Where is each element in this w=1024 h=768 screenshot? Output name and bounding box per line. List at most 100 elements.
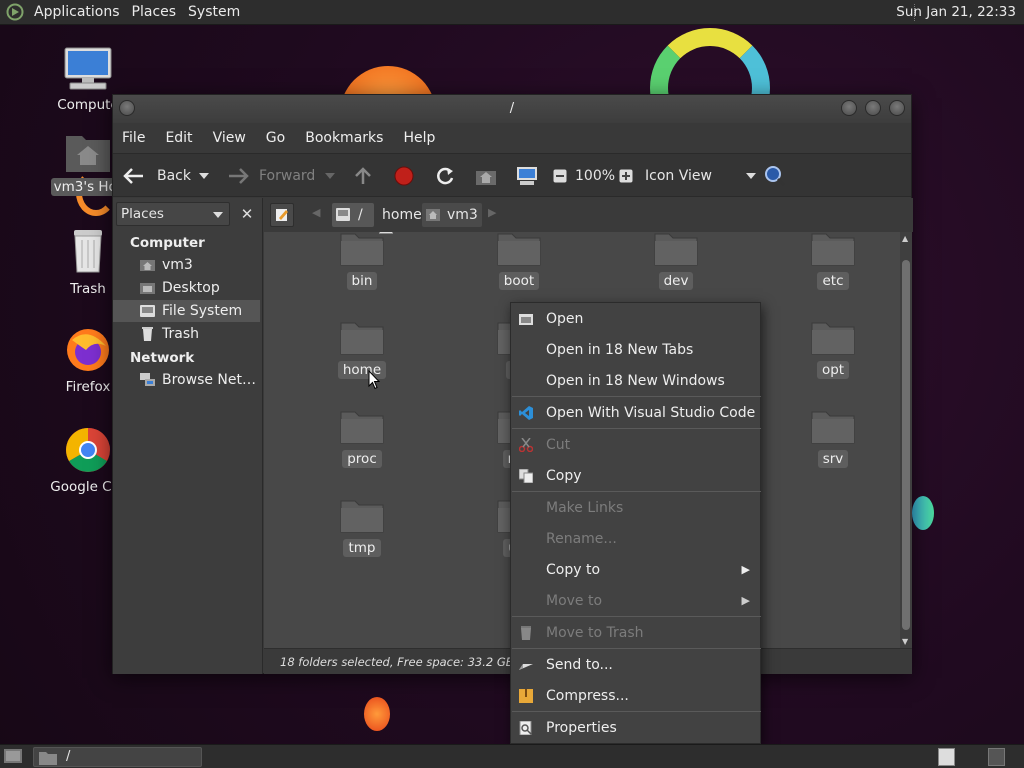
folder-item[interactable]: ↘ bin [322,232,402,290]
folder-item[interactable]: opt [793,319,873,379]
menubar: File Edit View Go Bookmarks Help [113,123,911,153]
workspace-2[interactable] [988,748,1005,766]
path-segment-home[interactable]: home [376,203,428,227]
path-scroll-left[interactable]: ◀ [312,206,320,219]
path-segment-vm3[interactable]: vm3 [422,203,482,227]
sidebar-item-trash[interactable]: Trash [113,323,260,345]
zoom-in-button[interactable] [619,154,633,198]
menu-file[interactable]: File [122,130,145,146]
folder-label: proc [342,450,382,468]
minimize-button[interactable] [841,100,857,116]
menu-item-make-links[interactable]: Make Links [511,493,760,523]
menu-go[interactable]: Go [266,130,285,146]
menu-item-move-to[interactable]: Move to ▶ [511,586,760,616]
menu-item-copy[interactable]: Copy [511,461,760,491]
back-button[interactable]: Back [123,154,191,198]
workspace-1[interactable] [938,748,955,766]
sidebar: Places ✕ Computer vm3 Desktop File Syste… [113,198,263,674]
folder-item[interactable]: srv [793,408,873,468]
menu-view[interactable]: View [213,130,246,146]
stop-button[interactable] [394,154,414,198]
window-menu-button[interactable] [119,100,135,116]
sidebar-item-vm3[interactable]: vm3 [113,254,260,276]
menu-item-open-new-tabs[interactable]: Open in 18 New Tabs [511,335,760,365]
close-sidebar-button[interactable]: ✕ [237,204,257,224]
applications-menu[interactable]: Applications [34,4,120,20]
menu-item-send-to[interactable]: Send to... [511,650,760,680]
sidebar-item-desktop[interactable]: Desktop [113,277,260,299]
sidebar-item-label: File System [162,303,243,319]
menu-item-open-with-vscode[interactable]: Open With Visual Studio Code [511,398,760,428]
zoom-out-button[interactable] [553,154,567,198]
folder-icon [340,233,384,266]
toggle-location-entry-button[interactable] [270,203,294,227]
forward-button[interactable]: Forward [227,154,315,198]
folder-icon [654,233,698,266]
sidebar-item-browse-network[interactable]: Browse Net… [113,369,260,391]
menu-item-cut[interactable]: Cut [511,430,760,460]
menu-separator [512,428,761,429]
folder-item[interactable]: proc [322,408,402,468]
path-segment-root[interactable]: / [332,203,374,227]
menu-edit[interactable]: Edit [165,130,192,146]
back-history-dropdown[interactable] [199,154,209,198]
system-menu[interactable]: System [188,4,240,20]
maximize-button[interactable] [865,100,881,116]
menu-item-compress[interactable]: Compress... [511,681,760,711]
vertical-scrollbar[interactable]: ▲ ▼ [900,232,912,648]
taskbar-item-file-manager[interactable]: / [33,747,202,767]
stop-icon [394,166,414,186]
context-menu: Open Open in 18 New Tabs Open in 18 New … [510,302,761,744]
open-folder-icon [519,314,533,325]
scrollbar-thumb[interactable] [902,260,910,630]
menu-item-open[interactable]: Open [511,304,760,334]
scroll-up-arrow-icon[interactable]: ▲ [902,234,908,243]
folder-label: boot [498,272,540,290]
menu-item-move-to-trash[interactable]: Move to Trash [511,618,760,648]
menu-item-label: Cut [546,437,571,453]
folder-item[interactable]: boot [479,232,559,290]
folder-icon [811,411,855,444]
folder-item[interactable]: etc [793,232,873,290]
reload-button[interactable] [435,154,455,198]
drive-icon [140,305,155,317]
view-mode-select[interactable]: Icon View [645,154,756,198]
scroll-down-arrow-icon[interactable]: ▼ [902,637,908,646]
distro-logo-icon[interactable] [6,3,24,21]
folder-label: tmp [343,539,381,557]
folder-item[interactable]: tmp [322,497,402,557]
search-button[interactable] [764,154,786,198]
folder-item[interactable]: dev [636,232,716,290]
vscode-icon [519,406,533,420]
toolbar: Back Forward 100% Icon View [113,153,911,197]
up-button[interactable] [353,154,373,198]
top-panel: Applications Places System Sun Jan 21, 2… [0,0,1024,25]
zoom-out-icon [553,169,567,183]
show-desktop-button[interactable] [4,748,22,764]
menu-item-properties[interactable]: Properties [511,713,760,743]
clock[interactable]: Sun Jan 21, 22:33 [896,4,1016,20]
places-combo[interactable]: Places [116,202,230,226]
menu-item-open-new-windows[interactable]: Open in 18 New Windows [511,366,760,396]
path-scroll-right[interactable]: ▶ [488,206,496,219]
computer-button[interactable] [516,154,538,198]
home-folder-icon [140,260,155,271]
network-icon [140,373,155,386]
places-combo-label: Places [121,206,164,222]
home-folder-icon [426,209,440,221]
menu-item-label: Compress... [546,688,629,704]
menu-item-rename[interactable]: Rename... [511,524,760,554]
zoom-level[interactable]: 100% [575,154,615,198]
menu-bookmarks[interactable]: Bookmarks [305,130,383,146]
sidebar-item-file-system[interactable]: File System [113,300,260,322]
menu-help[interactable]: Help [403,130,435,146]
desktop: Applications Places System Sun Jan 21, 2… [0,0,1024,768]
folder-item[interactable]: home [322,319,402,379]
places-menu[interactable]: Places [132,4,177,20]
home-button[interactable] [475,154,497,198]
menu-item-copy-to[interactable]: Copy to ▶ [511,555,760,585]
window-titlebar[interactable]: / [113,95,911,123]
close-button[interactable] [889,100,905,116]
menu-item-label: Open in 18 New Windows [546,373,725,389]
forward-history-dropdown[interactable] [325,154,335,198]
